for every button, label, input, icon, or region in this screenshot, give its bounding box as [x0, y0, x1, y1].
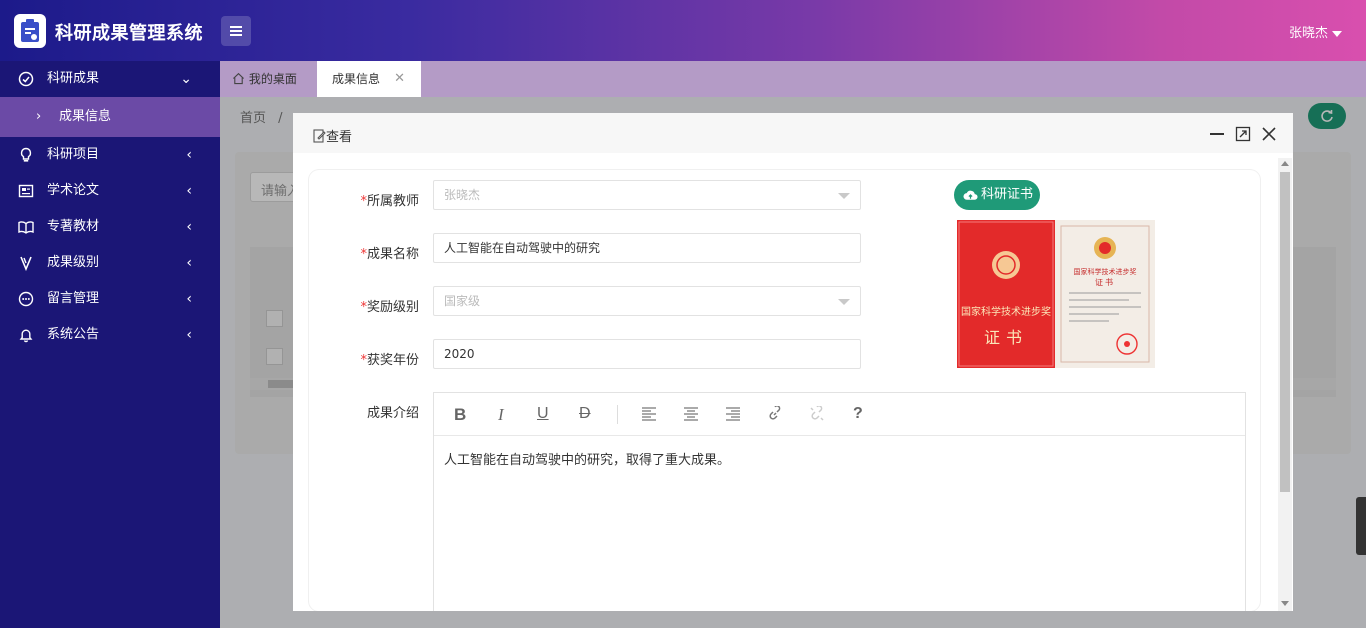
view-dialog: 查看 *所属教师 张晓杰 *成果名称 人工智能在自动驾驶中的研究 *奖励级别 国… [293, 113, 1293, 611]
close-icon[interactable]: ✕ [394, 61, 405, 97]
logo-icon [14, 14, 46, 48]
chevron-down-icon: ⌄ [180, 71, 192, 87]
close-icon[interactable] [1262, 127, 1276, 141]
sidebar-item-research-projects[interactable]: 科研项目 ‹ [0, 137, 220, 173]
caret-down-icon [838, 193, 850, 199]
lightbulb-icon [20, 147, 32, 162]
svg-text:证书: 证书 [1095, 277, 1115, 287]
user-menu[interactable]: 张晓杰 [1289, 22, 1342, 41]
sidebar-item-label: 留言管理 [47, 291, 100, 306]
strikethrough-icon[interactable]: D [579, 405, 591, 423]
chevron-left-icon: ‹ [186, 327, 192, 343]
dialog-title: 查看 [313, 126, 352, 145]
svg-text:国家科学技术进步奖: 国家科学技术进步奖 [1074, 267, 1137, 276]
toolbar-divider [617, 405, 618, 424]
level-label: *奖励级别 [360, 300, 419, 315]
tab-label: 我的桌面 [248, 72, 297, 86]
caret-down-icon [838, 299, 850, 305]
medal-icon [20, 256, 32, 271]
check-circle-icon [18, 71, 34, 87]
chevron-left-icon: ‹ [186, 291, 192, 307]
dialog-scrollbar[interactable] [1278, 158, 1292, 611]
year-label: *获奖年份 [360, 353, 419, 368]
scroll-down-icon[interactable] [1281, 601, 1289, 606]
chat-icon [18, 291, 34, 307]
home-icon [233, 72, 244, 85]
tab-result-info[interactable]: 成果信息 ✕ [317, 61, 421, 97]
sidebar-item-label: 科研成果 [47, 71, 100, 86]
sidebar-item-label: 科研项目 [47, 147, 100, 162]
sidebar-item-research-results[interactable]: 科研成果 ⌄ [0, 61, 220, 97]
top-header: 科研成果管理系统 张晓杰 [0, 0, 1366, 61]
name-label: *成果名称 [360, 247, 419, 262]
certificate-image: 国家科学技术进步奖 证书 国家科学技术进步奖 证书 [957, 220, 1155, 368]
tab-desktop[interactable]: 我的桌面 [232, 61, 297, 97]
link-icon[interactable] [767, 406, 783, 422]
user-name: 张晓杰 [1288, 26, 1328, 41]
dialog-header: 查看 [293, 113, 1293, 153]
sidebar: 科研成果 ⌄ › 成果信息 科研项目 ‹ 学术论文 ‹ 专著教材 ‹ 成果级别 … [0, 61, 220, 628]
intro-label: 成果介绍 [366, 406, 419, 421]
rich-text-editor[interactable]: B I U D ? 人工智能在自动驾驶中的研究，取得了重大成果。 [433, 392, 1246, 611]
unlink-icon[interactable] [809, 406, 825, 422]
align-right-icon[interactable] [725, 407, 741, 421]
scroll-up-icon[interactable] [1281, 161, 1289, 166]
italic-icon[interactable]: I [498, 405, 504, 425]
bell-icon [19, 329, 33, 343]
sidebar-item-label: 系统公告 [47, 327, 100, 342]
teacher-select[interactable]: 张晓杰 [433, 180, 861, 210]
sidebar-item-result-info[interactable]: › 成果信息 [0, 97, 220, 137]
year-input[interactable]: 2020 [433, 339, 861, 369]
edit-icon [313, 129, 326, 143]
help-icon[interactable]: ? [853, 405, 863, 423]
menu-toggle-button[interactable] [221, 16, 251, 46]
cloud-upload-icon [963, 190, 978, 200]
svg-text:国家科学技术进步奖: 国家科学技术进步奖 [961, 305, 1051, 318]
app-title: 科研成果管理系统 [55, 23, 203, 44]
sidebar-item-label: 成果信息 [59, 109, 112, 124]
document-icon [18, 184, 34, 198]
side-widget[interactable] [1356, 497, 1366, 555]
sidebar-item-levels[interactable]: 成果级别 ‹ [0, 245, 220, 281]
caret-down-icon [1332, 30, 1342, 37]
sidebar-item-messages[interactable]: 留言管理 ‹ [0, 281, 220, 317]
chevron-left-icon: ‹ [186, 147, 192, 163]
bold-icon[interactable]: B [454, 405, 466, 425]
align-left-icon[interactable] [641, 407, 657, 421]
sidebar-item-label: 学术论文 [47, 183, 100, 198]
chevron-left-icon: ‹ [186, 255, 192, 271]
teacher-label: *所属教师 [360, 194, 419, 209]
scrollbar-thumb[interactable] [1280, 172, 1290, 492]
tab-label: 成果信息 [332, 72, 381, 86]
sidebar-item-books[interactable]: 专著教材 ‹ [0, 209, 220, 245]
underline-icon[interactable]: U [537, 405, 549, 423]
maximize-icon[interactable] [1235, 126, 1251, 142]
editor-content[interactable]: 人工智能在自动驾驶中的研究，取得了重大成果。 [444, 449, 730, 468]
certificate-button[interactable]: 科研证书 [954, 180, 1040, 210]
dialog-body: *所属教师 张晓杰 *成果名称 人工智能在自动驾驶中的研究 *奖励级别 国家级 … [309, 170, 1260, 611]
align-center-icon[interactable] [683, 407, 699, 421]
sidebar-item-label: 成果级别 [47, 255, 100, 270]
sidebar-item-announcements[interactable]: 系统公告 ‹ [0, 317, 220, 353]
svg-text:证书: 证书 [984, 328, 1028, 347]
tabs-bar: 我的桌面 成果信息 ✕ [220, 61, 1366, 97]
level-select[interactable]: 国家级 [433, 286, 861, 316]
chevron-left-icon: ‹ [186, 219, 192, 235]
book-icon [18, 221, 34, 234]
editor-toolbar: B I U D ? [434, 393, 1245, 436]
name-input[interactable]: 人工智能在自动驾驶中的研究 [433, 233, 861, 263]
minimize-button[interactable] [1210, 133, 1224, 135]
sidebar-item-papers[interactable]: 学术论文 ‹ [0, 173, 220, 209]
sidebar-item-label: 专著教材 [47, 219, 100, 234]
chevron-right-icon: › [36, 109, 42, 124]
chevron-left-icon: ‹ [186, 183, 192, 199]
